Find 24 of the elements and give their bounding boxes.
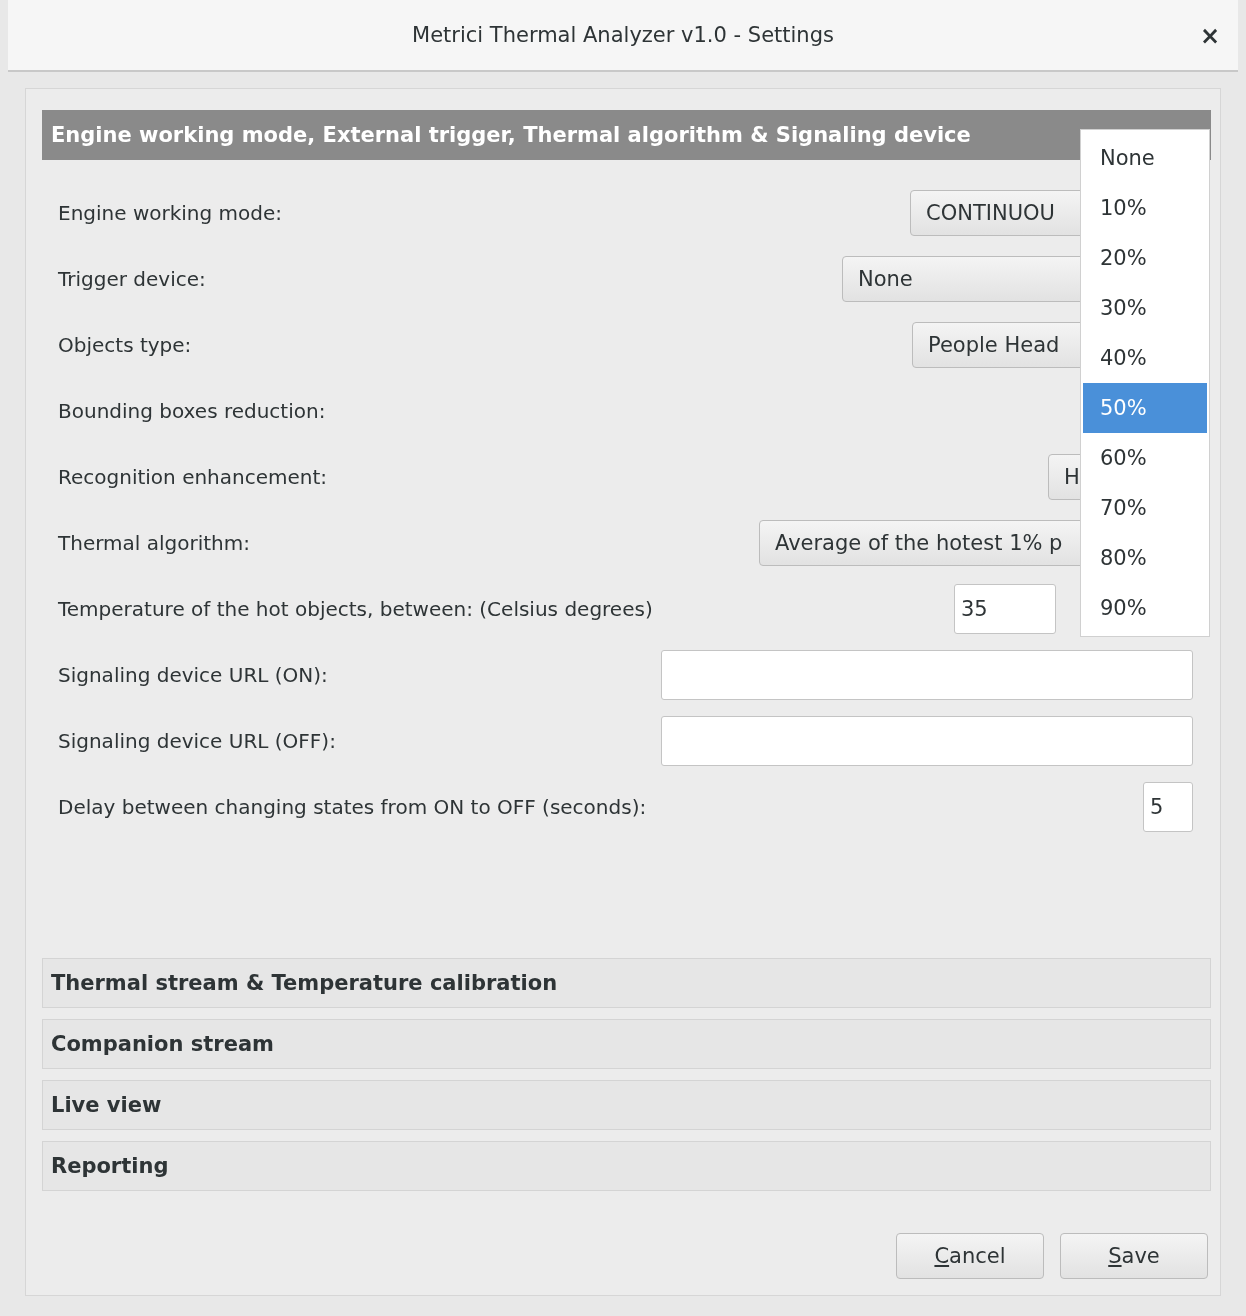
field-label: Bounding boxes reduction: — [58, 399, 326, 423]
section-header[interactable]: Companion stream — [42, 1019, 1211, 1069]
field-label: Objects type: — [58, 333, 192, 357]
save-button[interactable]: Save — [1060, 1233, 1208, 1279]
input-field[interactable]: 35 — [954, 584, 1056, 634]
field-label: Delay between changing states from ON to OFF (seconds): — [58, 795, 647, 819]
section-header[interactable]: Live view — [42, 1080, 1211, 1130]
input-field[interactable] — [661, 716, 1193, 766]
input-field[interactable]: 5 — [1143, 782, 1193, 832]
menu-option[interactable]: 60% — [1083, 433, 1207, 483]
cancel-button[interactable]: Cancel — [896, 1233, 1044, 1279]
field-label: Signaling device URL (OFF): — [58, 729, 336, 753]
window-title: Metrici Thermal Analyzer v1.0 - Settings — [412, 23, 834, 47]
field-label: Signaling device URL (ON): — [58, 663, 328, 687]
section-header[interactable]: Reporting — [42, 1141, 1211, 1191]
close-button[interactable]: × — [1195, 22, 1224, 50]
field-label: Temperature of the hot objects, between: (Celsius degrees) — [58, 597, 653, 621]
section-header[interactable]: Thermal stream & Temperature calibration — [42, 958, 1211, 1008]
field-label: Trigger device: — [58, 267, 206, 291]
input-field[interactable] — [661, 650, 1193, 700]
field-label: Engine working mode: — [58, 201, 283, 225]
menu-option[interactable]: 90% — [1083, 583, 1207, 633]
field-label: Recognition enhancement: — [58, 465, 328, 489]
field-label: Thermal algorithm: — [58, 531, 250, 555]
